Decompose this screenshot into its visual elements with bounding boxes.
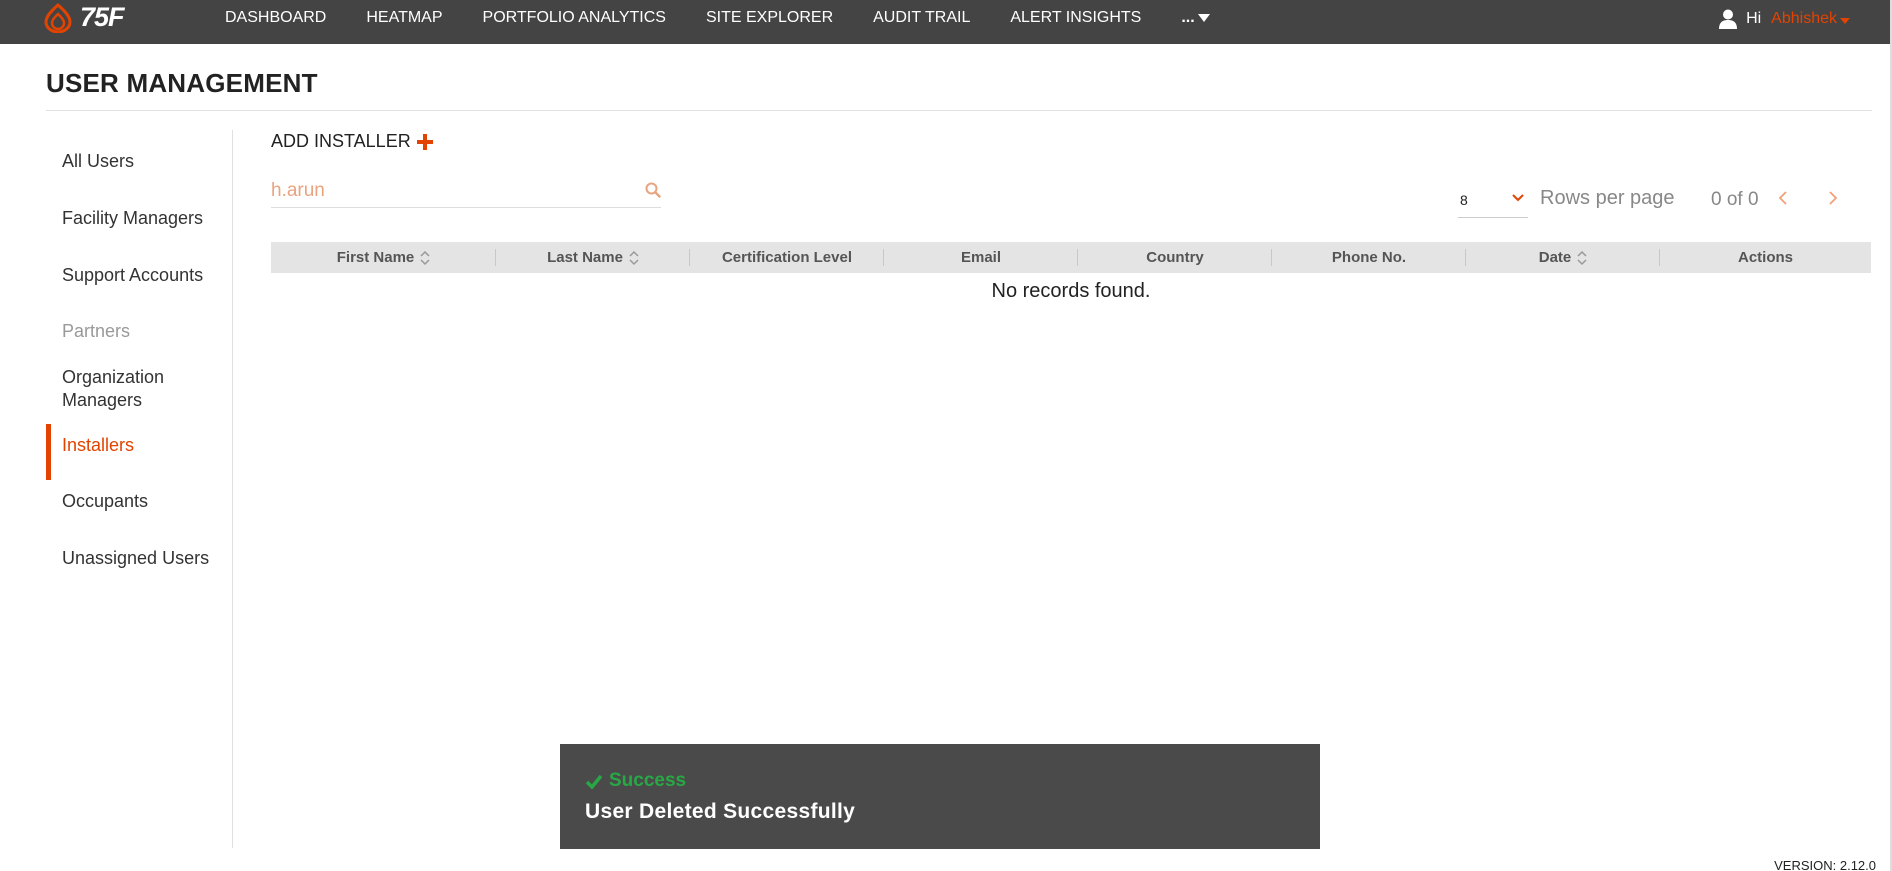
column-header-first-name[interactable]: First Name (271, 242, 496, 273)
table-header: First Name Last Name Certification Level… (271, 242, 1871, 273)
column-header-label: Country (1146, 249, 1204, 266)
toast-title-text: Success (609, 770, 687, 791)
sidebar-item-unassigned-users[interactable]: Unassigned Users (46, 547, 209, 570)
success-toast[interactable]: Success User Deleted Successfully (560, 744, 1320, 849)
user-icon (1719, 9, 1738, 29)
sidebar-section-partners: Partners (62, 321, 131, 341)
column-header-label: First Name (336, 249, 415, 266)
sidebar-item-installers[interactable]: Installers (46, 424, 234, 480)
plus-icon (416, 133, 433, 150)
divider (46, 110, 1872, 111)
version-label: VERSION: 2.12.0 (1774, 858, 1876, 871)
main-nav: DASHBOARD HEATMAP PORTFOLIO ANALYTICS SI… (225, 0, 1210, 36)
check-icon (585, 774, 603, 789)
column-header-country: Country (1078, 242, 1272, 273)
user-menu[interactable]: Hi Abhishek (1719, 0, 1850, 38)
sort-icon[interactable] (1577, 250, 1587, 266)
nav-more-menu[interactable]: ... (1181, 9, 1210, 27)
toast-title: Success (585, 770, 686, 792)
add-installer-button[interactable]: ADD INSTALLER (271, 131, 433, 152)
chevron-down-icon (1512, 194, 1524, 202)
sidebar-item-all-users[interactable]: All Users (46, 150, 134, 173)
brand-logo-text: 75F (80, 2, 125, 32)
toast-message: User Deleted Successfully (585, 800, 856, 823)
rows-per-page-select[interactable]: 8 (1458, 184, 1528, 218)
column-header-date[interactable]: Date (1466, 242, 1660, 273)
column-header-email: Email (884, 242, 1078, 273)
column-header-label: Last Name (547, 249, 623, 266)
flame-logo-icon (44, 2, 72, 33)
chevron-left-icon[interactable] (1778, 190, 1788, 206)
chevron-right-icon[interactable] (1828, 190, 1838, 206)
pagination-count: 0 of 0 (1711, 189, 1759, 210)
column-header-label: Phone No. (1331, 249, 1407, 266)
add-installer-label: ADD INSTALLER (271, 131, 411, 151)
sidebar-divider (232, 130, 233, 848)
empty-table-message: No records found. (991, 280, 1151, 302)
caret-down-icon (1840, 18, 1850, 24)
greeting-text: Hi (1746, 10, 1762, 27)
sidebar-item-occupants[interactable]: Occupants (46, 490, 148, 513)
search-icon[interactable] (645, 182, 661, 198)
search-input[interactable] (271, 176, 631, 206)
nav-audit-trail[interactable]: AUDIT TRAIL (873, 9, 970, 27)
column-header-label: Date (1538, 249, 1572, 266)
brand-logo[interactable]: 75F (44, 2, 125, 33)
column-header-label: Actions (1737, 249, 1793, 266)
column-header-certification-level: Certification Level (690, 242, 884, 273)
nav-portfolio-analytics[interactable]: PORTFOLIO ANALYTICS (483, 9, 666, 27)
sort-icon[interactable] (629, 250, 639, 266)
column-header-last-name[interactable]: Last Name (496, 242, 690, 273)
nav-more-label: ... (1181, 9, 1195, 26)
top-nav-bar: 75F DASHBOARD HEATMAP PORTFOLIO ANALYTIC… (0, 0, 1890, 44)
nav-dashboard[interactable]: DASHBOARD (225, 9, 326, 27)
sort-icon[interactable] (420, 250, 430, 266)
page-title: USER MANAGEMENT (46, 68, 318, 98)
sidebar-item-organization-managers[interactable]: Organization Managers (46, 366, 196, 412)
column-header-phone: Phone No. (1272, 242, 1466, 273)
sidebar-item-support-accounts[interactable]: Support Accounts (46, 264, 203, 287)
user-name[interactable]: Abhishek (1771, 10, 1837, 28)
column-header-actions: Actions (1660, 242, 1871, 273)
search-box (271, 176, 661, 208)
rows-per-page-value: 8 (1460, 192, 1468, 208)
nav-alert-insights[interactable]: ALERT INSIGHTS (1010, 9, 1141, 27)
nav-heatmap[interactable]: HEATMAP (366, 9, 442, 27)
column-header-label: Certification Level (721, 249, 853, 266)
column-header-label: Email (960, 249, 1002, 266)
rows-per-page-label: Rows per page (1540, 187, 1675, 209)
sidebar-item-facility-managers[interactable]: Facility Managers (46, 207, 203, 230)
nav-site-explorer[interactable]: SITE EXPLORER (706, 9, 833, 27)
caret-down-icon (1197, 14, 1210, 22)
